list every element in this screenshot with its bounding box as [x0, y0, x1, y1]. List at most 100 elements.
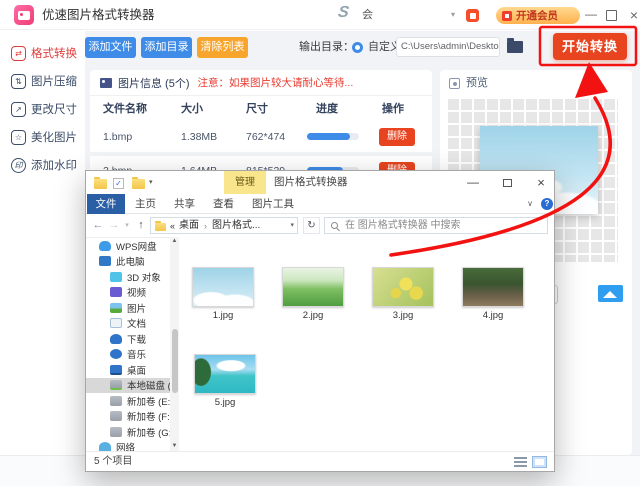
open-vip-button[interactable]: 开通会员 [496, 7, 580, 24]
sidebar-item[interactable]: ☆ 美化图片 [0, 123, 85, 151]
checkbox-icon[interactable]: ✓ [113, 178, 124, 189]
ribbon-tab[interactable]: 主页 [126, 194, 165, 214]
add-file-button[interactable]: 添加文件 [85, 37, 136, 58]
panel-warning: 注意：如果图片较大请耐心等待... [197, 77, 354, 89]
nav-item[interactable]: 3D 对象 [86, 269, 170, 285]
search-input[interactable]: 在 图片格式转换器 中搜索 [324, 217, 548, 234]
compress-icon: ⇅ [11, 73, 26, 89]
sidebar-item-label: 更改尺寸 [31, 104, 77, 116]
col-action: 操作 [382, 103, 404, 115]
nav-item-label: 此电脑 [116, 257, 145, 269]
tab-file[interactable]: 文件 [87, 194, 125, 214]
sidebar-item[interactable]: ↗ 更改尺寸 [0, 95, 85, 123]
file-thumbnail[interactable]: 1.jpg [192, 267, 254, 321]
nav-item[interactable]: 文档 [86, 316, 170, 332]
beautify-icon: ☆ [11, 129, 26, 145]
custom-radio[interactable] [352, 42, 363, 53]
user-avatar-logo: S [336, 4, 350, 21]
ribbon-tab[interactable]: 图片工具 [243, 194, 303, 214]
thumbnail-image [282, 267, 344, 307]
scrollbar-thumb[interactable] [171, 329, 178, 393]
delete-button[interactable]: 删除 [379, 128, 415, 146]
folder-icon[interactable] [94, 177, 107, 189]
thumbnail-view-icon[interactable] [532, 456, 547, 468]
file-thumbnail[interactable]: 2.jpg [282, 267, 344, 321]
nav-item[interactable]: 网络 [86, 440, 170, 451]
nav-item-label: 下载 [127, 334, 147, 346]
breadcrumb-caret-icon[interactable]: ▾ [290, 218, 294, 234]
sidebar-item[interactable]: ⇅ 图片压缩 [0, 67, 85, 95]
nav-item[interactable]: 图片 [86, 300, 170, 316]
nav-item[interactable]: 本地磁盘 (C:) [86, 377, 170, 393]
nav-item[interactable]: 下载 [86, 331, 170, 347]
titlebar: 优速图片格式转换器 S 会 ▾ 开通会员 — × [0, 0, 640, 30]
sidebar-item[interactable]: 印 添加水印 [0, 151, 85, 179]
file-dimensions: 762*474 [246, 131, 286, 143]
ribbon-tab[interactable]: 查看 [204, 194, 243, 214]
table-header: 文件名称 大小 尺寸 进度 操作 [90, 96, 432, 122]
nav-item[interactable]: WPS网盘 [86, 238, 170, 254]
file-thumbnail[interactable]: 5.jpg [194, 354, 256, 408]
breadcrumb-segment[interactable]: 图片格式... [212, 218, 260, 234]
sidebar-item-label: 添加水印 [31, 160, 77, 172]
folder-icon[interactable] [132, 177, 145, 189]
refresh-icon[interactable]: ↻ [303, 217, 320, 234]
help-icon[interactable]: ? [541, 198, 553, 210]
progress-bar [307, 133, 359, 140]
add-folder-button[interactable]: 添加目录 [141, 37, 192, 58]
scrollbar[interactable]: ▲ ▼ [170, 237, 179, 451]
vip-mini-icon[interactable] [466, 9, 479, 22]
nav-item[interactable]: 桌面 [86, 362, 170, 378]
output-path-input[interactable]: C:\Users\admin\Deskto [396, 37, 500, 57]
list-view-icon[interactable] [514, 457, 527, 467]
sidebar-item[interactable]: ⇄ 格式转换 [0, 39, 85, 67]
minimize-button[interactable]: — [583, 0, 599, 30]
panel-header: 图片信息 (5个) 注意：如果图片较大请耐心等待... [90, 70, 432, 96]
file-thumbnail[interactable]: 4.jpg [462, 267, 524, 321]
nav-item-label: WPS网盘 [116, 241, 157, 253]
clear-list-button[interactable]: 清除列表 [197, 37, 248, 58]
file-thumbnail[interactable]: 3.jpg [372, 267, 434, 321]
file-label: 1.jpg [212, 310, 234, 321]
image-badge-icon[interactable] [598, 285, 623, 302]
explorer-status-bar: 5 个项目 [86, 451, 554, 471]
maximize-button[interactable] [606, 10, 617, 21]
explorer-maximize-button[interactable] [492, 171, 522, 194]
thumbnail-image [192, 267, 254, 307]
close-button[interactable]: × [626, 0, 640, 30]
quick-access-caret-icon[interactable]: ▾ [149, 173, 153, 193]
browse-folder-icon[interactable] [507, 38, 523, 53]
scroll-up-icon[interactable]: ▲ [170, 237, 179, 246]
ribbon-collapse-icon[interactable]: ∨ [523, 194, 537, 214]
preview-icon [449, 78, 460, 89]
file-label: 4.jpg [482, 310, 504, 321]
vip-crown-icon [502, 10, 512, 21]
explorer-window: ✓ ▾ 管理 图片格式转换器 — × 文件 主页 共享 查看 图片工具 ∨ ? ← →… [85, 170, 555, 472]
resize-icon: ↗ [11, 101, 26, 117]
nav-item[interactable]: 视频 [86, 285, 170, 301]
col-progress: 进度 [316, 103, 338, 115]
explorer-close-button[interactable]: × [526, 171, 556, 194]
nav-item[interactable]: 音乐 [86, 347, 170, 363]
chevron-down-icon[interactable]: ▾ [451, 0, 455, 30]
back-icon[interactable]: ← [90, 215, 106, 236]
breadcrumb[interactable]: « 桌面 › 图片格式... ▾ [150, 217, 298, 234]
forward-icon[interactable]: → [107, 215, 121, 236]
explorer-minimize-button[interactable]: — [458, 171, 488, 194]
app-title: 优速图片格式转换器 [42, 8, 155, 22]
col-filename: 文件名称 [103, 103, 147, 115]
file-label: 3.jpg [392, 310, 414, 321]
nav-item[interactable]: 新加卷 (G:) [86, 424, 170, 440]
history-caret-icon[interactable]: ▾ [122, 215, 132, 236]
ribbon-tab[interactable]: 共享 [165, 194, 204, 214]
output-dir-label: 输出目录： [299, 41, 354, 53]
start-convert-button[interactable]: 开始转换 [553, 33, 627, 60]
manage-tab[interactable]: 管理 [224, 171, 266, 194]
breadcrumb-segment[interactable]: 桌面 [179, 218, 199, 234]
nav-item[interactable]: 新加卷 (F:) [86, 409, 170, 425]
nav-item[interactable]: 新加卷 (E:) [86, 393, 170, 409]
up-icon[interactable]: ↑ [134, 215, 148, 236]
image-info-icon [100, 77, 112, 88]
scroll-down-icon[interactable]: ▼ [170, 442, 179, 451]
nav-item[interactable]: 此电脑 [86, 254, 170, 270]
